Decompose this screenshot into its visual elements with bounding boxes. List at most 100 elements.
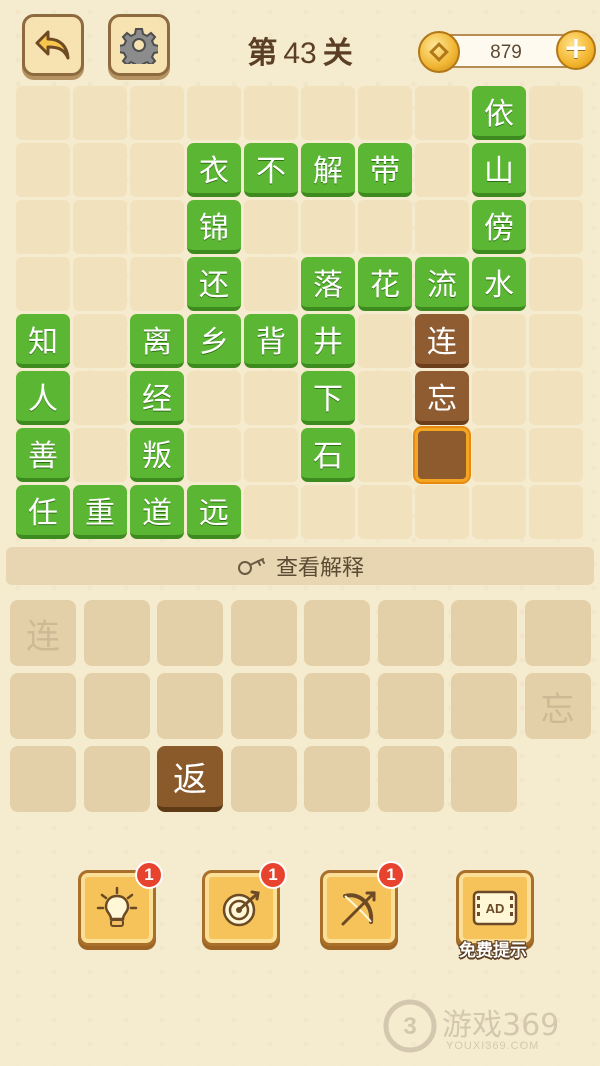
solved-tile: 重	[73, 485, 127, 539]
solved-tile: 远	[187, 485, 241, 539]
free-hint-label: 免费提示	[459, 941, 527, 961]
solved-tile: 还	[187, 257, 241, 311]
hint-lightbulb-button[interactable]: 1	[78, 861, 163, 946]
grid-cell	[16, 257, 70, 311]
solved-tile: 花	[358, 257, 412, 311]
answer-key[interactable]	[157, 673, 223, 739]
gear-icon	[120, 28, 158, 64]
grid-cell	[415, 200, 469, 254]
solved-tile: 依	[472, 86, 526, 140]
coin-counter: 879 +	[418, 30, 596, 73]
answer-key[interactable]	[377, 746, 444, 812]
solved-tile: 带	[358, 143, 412, 197]
solved-tile: 水	[472, 257, 526, 311]
answer-key[interactable]	[451, 746, 517, 812]
grid-cell	[244, 257, 298, 311]
answer-key[interactable]	[83, 600, 150, 666]
solved-tile: 任	[16, 485, 70, 539]
grid-cell	[244, 371, 298, 425]
answer-key[interactable]: 忘	[524, 673, 591, 739]
hint-bow-button[interactable]: 1	[320, 861, 405, 946]
solved-tile: 衣	[187, 143, 241, 197]
grid-cell	[301, 200, 355, 254]
grid-cell	[73, 86, 127, 140]
grid-cell	[358, 86, 412, 140]
answer-key[interactable]	[451, 673, 517, 739]
answer-key[interactable]	[304, 600, 370, 666]
title-prefix: 第	[247, 36, 278, 71]
grid-cell	[358, 200, 412, 254]
answer-key[interactable]	[377, 673, 444, 739]
bow-arrow-icon	[341, 891, 376, 926]
grid-cell	[529, 143, 583, 197]
solved-tile: 乡	[187, 314, 241, 368]
solved-tile: 离	[130, 314, 184, 368]
empty-answer-slot[interactable]	[415, 428, 469, 482]
hint-target-button[interactable]: 1	[202, 861, 287, 946]
answer-key[interactable]: 返	[157, 746, 223, 812]
add-coins-button[interactable]: +	[556, 30, 596, 70]
coin-count: 879	[490, 42, 522, 63]
target-icon	[222, 890, 260, 927]
solved-tile: 锦	[187, 200, 241, 254]
grid-cell	[187, 86, 241, 140]
answer-key[interactable]	[230, 600, 297, 666]
answer-key[interactable]	[83, 673, 150, 739]
level-number: 43	[283, 37, 317, 70]
grid-cell	[472, 428, 526, 482]
watermark-logo-icon: 3	[383, 999, 437, 1053]
grid-cell	[358, 428, 412, 482]
settings-button[interactable]	[108, 14, 170, 76]
grid-cell	[130, 86, 184, 140]
grid-cell	[529, 485, 583, 539]
grid-cell	[301, 485, 355, 539]
watermark-text: 游戏369	[442, 1008, 560, 1043]
grid-cell	[244, 428, 298, 482]
answer-key[interactable]	[10, 746, 76, 812]
watermark-subtext: YOUXI369.COM	[446, 1040, 540, 1052]
solved-tile: 流	[415, 257, 469, 311]
solved-tile: 井	[301, 314, 355, 368]
placed-tile[interactable]: 忘	[415, 371, 469, 425]
grid-cell	[358, 485, 412, 539]
grid-cell	[130, 143, 184, 197]
solved-tile: 人	[16, 371, 70, 425]
bow-badge: 1	[377, 861, 405, 889]
grid-cell	[187, 371, 241, 425]
lightbulb-icon	[96, 886, 138, 927]
grid-cell	[529, 86, 583, 140]
solved-tile: 背	[244, 314, 298, 368]
grid-cell	[472, 485, 526, 539]
answer-key[interactable]	[377, 600, 444, 666]
svg-text:AD: AD	[486, 901, 505, 916]
svg-text:3: 3	[403, 1013, 416, 1040]
answer-key[interactable]	[304, 746, 370, 812]
answer-key[interactable]	[230, 673, 297, 739]
answer-key[interactable]: 连	[10, 600, 76, 666]
grid-cell	[472, 371, 526, 425]
answer-key[interactable]	[524, 600, 591, 666]
watermark: 3 游戏369 YOUXI369.COM	[382, 996, 592, 1058]
grid-cell	[529, 257, 583, 311]
placed-tile[interactable]: 连	[415, 314, 469, 368]
solved-tile: 不	[244, 143, 298, 197]
free-hint-ad-button[interactable]: AD	[456, 870, 534, 946]
answer-key[interactable]	[304, 673, 370, 739]
grid-cell	[16, 200, 70, 254]
answer-key[interactable]	[10, 673, 76, 739]
view-explanation-button[interactable]: 查看解释	[6, 547, 594, 585]
answer-key[interactable]	[157, 600, 223, 666]
solved-tile: 落	[301, 257, 355, 311]
grid-cell	[73, 371, 127, 425]
answer-key[interactable]	[230, 746, 297, 812]
grid-cell	[301, 86, 355, 140]
answer-key[interactable]	[451, 600, 517, 666]
back-button[interactable]	[22, 14, 84, 76]
ad-video-icon: AD	[472, 890, 518, 926]
solved-tile: 解	[301, 143, 355, 197]
grid-cell	[529, 371, 583, 425]
grid-cell	[73, 314, 127, 368]
answer-key[interactable]	[83, 746, 150, 812]
coin-icon	[418, 31, 460, 73]
title-suffix: 关	[322, 36, 353, 71]
